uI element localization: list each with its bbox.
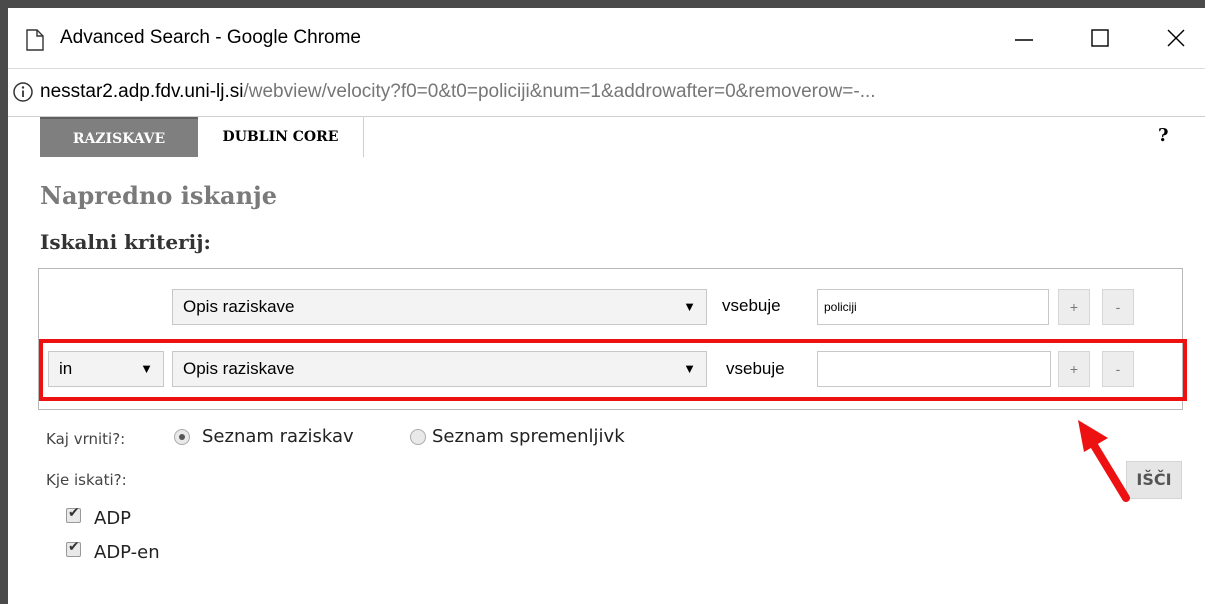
close-icon [1167, 29, 1185, 47]
title-bar: Advanced Search - Google Chrome [8, 8, 1205, 69]
criteria-heading: Iskalni kriterij: [40, 230, 211, 254]
return-label: Kaj vrniti?: [46, 430, 126, 448]
tab-raziskave[interactable]: RAZISKAVE [40, 117, 198, 157]
checkbox-adp-en-label[interactable]: ADP-en [94, 542, 160, 563]
radio-seznam-raziskav-label[interactable]: Seznam raziskav [202, 426, 354, 447]
add-row-button-1[interactable]: + [1058, 289, 1090, 325]
chevron-down-icon: ▼ [683, 299, 696, 314]
field-select-1-value: Opis raziskave [183, 297, 295, 316]
window-top-border [0, 0, 1205, 8]
minimize-icon [1015, 39, 1033, 41]
tab-dublin-core[interactable]: DUBLIN CORE [198, 117, 364, 157]
checkbox-adp[interactable] [66, 505, 81, 523]
close-button[interactable] [1156, 18, 1196, 58]
maximize-button[interactable] [1080, 18, 1120, 58]
window-left-border [0, 0, 8, 604]
radio-seznam-spremenljivk[interactable] [410, 429, 426, 445]
highlight-box [39, 339, 1187, 401]
tab-bar: RAZISKAVE DUBLIN CORE ? [8, 117, 1205, 157]
search-term-input-1[interactable]: policiji [817, 289, 1049, 325]
browser-window: Advanced Search - Google Chrome nesstar2… [0, 0, 1205, 604]
operator-label-1: vsebuje [722, 296, 781, 315]
window-title: Advanced Search - Google Chrome [60, 27, 361, 48]
remove-row-button-1[interactable]: - [1102, 289, 1134, 325]
radio-seznam-raziskav[interactable] [174, 429, 190, 445]
url-path: /webview/velocity?f0=0&t0=policiji&num=1… [243, 81, 876, 102]
url-host: nesstar2.adp.fdv.uni-lj.si [40, 81, 244, 102]
help-link[interactable]: ? [1158, 125, 1169, 146]
maximize-icon [1091, 29, 1109, 47]
checkbox-adp-en[interactable] [66, 539, 81, 557]
page-icon [26, 29, 44, 51]
url-text[interactable]: nesstar2.adp.fdv.uni-lj.si/webview/veloc… [40, 81, 876, 103]
info-icon[interactable] [12, 81, 34, 103]
field-select-1[interactable]: Opis raziskave ▼ [172, 289, 707, 325]
arrow-icon [1078, 420, 1130, 502]
checkbox-adp-label[interactable]: ADP [94, 508, 131, 529]
minimize-button[interactable] [1004, 18, 1044, 58]
radio-seznam-spremenljivk-label[interactable]: Seznam spremenljivk [432, 426, 625, 447]
address-bar[interactable]: nesstar2.adp.fdv.uni-lj.si/webview/veloc… [8, 69, 1205, 117]
where-label: Kje iskati?: [46, 471, 127, 489]
page-title: Napredno iskanje [40, 181, 277, 210]
